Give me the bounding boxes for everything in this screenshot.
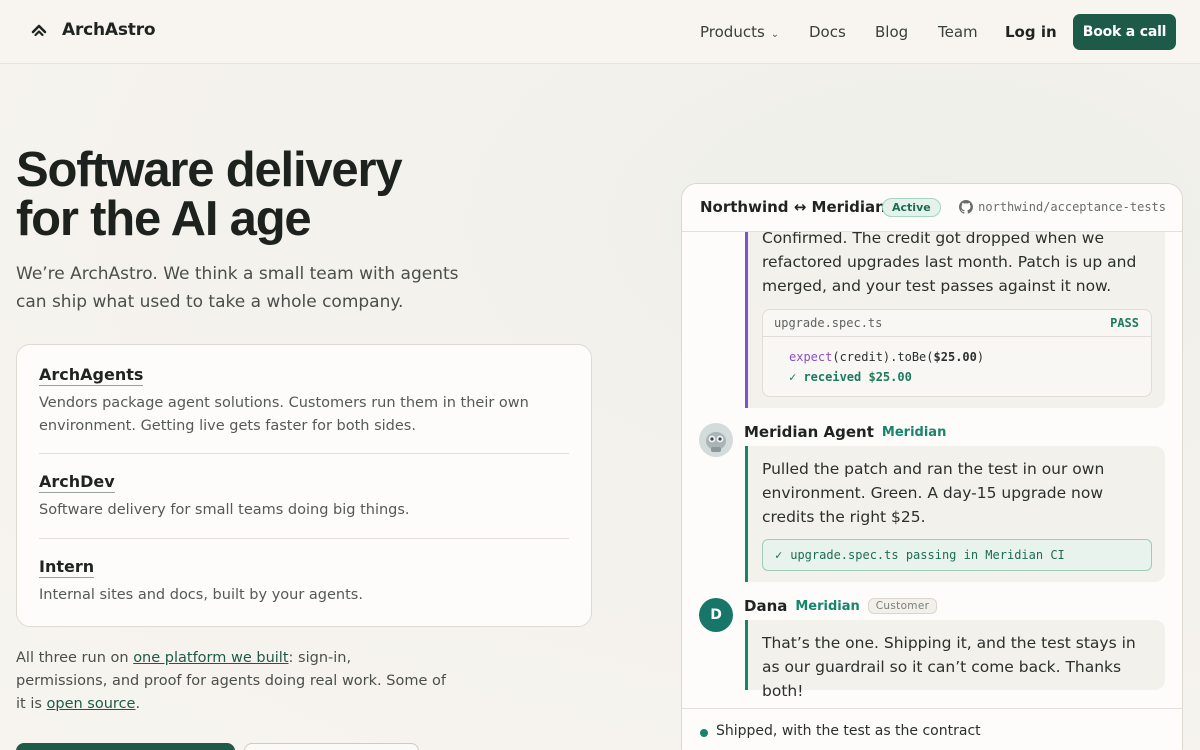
ci-pass-text: upgrade.spec.ts passing in Meridian CI <box>790 548 1065 562</box>
nav-products-label: Products <box>700 23 765 41</box>
message-text: Pulled the patch and ran the test in our… <box>762 460 1105 526</box>
ci-pass-chip: ✓ upgrade.spec.ts passing in Meridian CI <box>762 539 1152 571</box>
platform-link[interactable]: one platform we built <box>133 650 288 666</box>
author-name: Dana <box>744 597 788 615</box>
message-bubble: Confirmed. The credit got dropped when w… <box>745 214 1165 408</box>
code-result-line: ✓ received $25.00 <box>789 370 912 384</box>
repo-name: northwind/acceptance-tests <box>978 200 1166 214</box>
code-text: ) <box>976 350 985 364</box>
code-keyword: expect <box>789 350 833 364</box>
product-name-link[interactable]: ArchDev <box>39 472 115 493</box>
platform-note-text: All three run on <box>16 650 134 666</box>
login-link[interactable]: Log in <box>1005 23 1057 41</box>
check-icon: ✓ <box>775 548 783 562</box>
message-author: Dana Meridian Customer <box>744 597 938 615</box>
nav-blog[interactable]: Blog <box>875 23 908 41</box>
hero-title: Software delivery for the AI age <box>16 146 536 244</box>
customer-tag: Customer <box>867 598 938 614</box>
test-status: PASS <box>1110 316 1139 330</box>
divider <box>39 538 569 539</box>
secondary-cta-button[interactable] <box>244 743 419 750</box>
footer-status-text: Shipped, with the test as the contract <box>716 723 981 739</box>
message-text: Confirmed. The credit got dropped when w… <box>762 229 1137 295</box>
chat-card: Northwind ↔ Meridian Active northwind/ac… <box>681 183 1183 750</box>
primary-cta-button[interactable] <box>16 743 235 750</box>
logo-chevron-icon <box>31 24 47 37</box>
site-header: ArchAstro Products ⌄ Docs Blog Team Log i… <box>0 0 1200 64</box>
code-block: upgrade.spec.ts PASS expect(credit).toBe… <box>762 309 1152 397</box>
book-call-button[interactable]: Book a call <box>1073 14 1176 50</box>
chat-title: Northwind ↔ Meridian <box>700 198 886 216</box>
message-bubble: Pulled the patch and ran the test in our… <box>745 446 1165 582</box>
code-header: upgrade.spec.ts PASS <box>763 310 1151 337</box>
hero-title-line2: for the AI age <box>16 192 312 246</box>
hero-subtitle: We’re ArchAstro. We think a small team w… <box>16 264 459 312</box>
products-card: ArchAgents Vendors package agent solutio… <box>16 344 592 627</box>
product-archagents: ArchAgents Vendors package agent solutio… <box>39 365 569 438</box>
brand-name: ArchAstro <box>62 20 156 40</box>
chevron-down-icon: ⌄ <box>770 29 780 40</box>
code-line: expect(credit).toBe($25.00) <box>789 347 1151 367</box>
author-org: Meridian <box>795 598 860 614</box>
code-value: $25.00 <box>933 350 977 364</box>
nav-docs[interactable]: Docs <box>809 23 846 41</box>
github-icon <box>959 200 974 214</box>
chat-header: Northwind ↔ Meridian Active northwind/ac… <box>682 184 1182 232</box>
meridian-agent-avatar <box>699 423 733 457</box>
code-text: (credit).toBe( <box>832 350 934 364</box>
code-filename: upgrade.spec.ts <box>774 316 883 330</box>
product-intern: Intern Internal sites and docs, built by… <box>39 557 569 607</box>
code-body: expect(credit).toBe($25.00) ✓ received $… <box>763 337 1151 387</box>
product-archdev: ArchDev Software delivery for small team… <box>39 472 569 522</box>
author-org: Meridian <box>881 424 947 440</box>
divider <box>39 453 569 454</box>
message-author: Meridian Agent Meridian <box>744 423 946 441</box>
message-text: That’s the one. Shipping it, and the tes… <box>762 634 1136 700</box>
repo-link[interactable]: northwind/acceptance-tests <box>959 200 1166 214</box>
platform-note-text: . <box>135 696 141 712</box>
nav-team[interactable]: Team <box>938 23 978 41</box>
platform-note: All three run on one platform we built: … <box>16 647 446 716</box>
hero-title-line1: Software delivery <box>16 143 403 197</box>
status-badge: Active <box>882 198 941 217</box>
brand-logo[interactable]: ArchAstro <box>30 20 156 40</box>
product-name-link[interactable]: ArchAgents <box>39 365 144 386</box>
author-name: Meridian Agent <box>744 423 874 441</box>
chat-footer: Shipped, with the test as the contract <box>682 708 1182 750</box>
nav-products[interactable]: Products ⌄ <box>700 23 779 41</box>
product-name-link[interactable]: Intern <box>39 557 95 578</box>
product-description: Internal sites and docs, built by your a… <box>39 587 363 603</box>
product-description: Vendors package agent solutions. Custome… <box>39 395 529 434</box>
message-bubble: That’s the one. Shipping it, and the tes… <box>745 620 1165 700</box>
product-description: Software delivery for small teams doing … <box>39 502 410 518</box>
robot-icon <box>699 423 733 457</box>
dana-avatar: D <box>699 598 733 632</box>
open-source-link[interactable]: open source <box>47 696 136 712</box>
status-dot-icon <box>700 729 708 737</box>
